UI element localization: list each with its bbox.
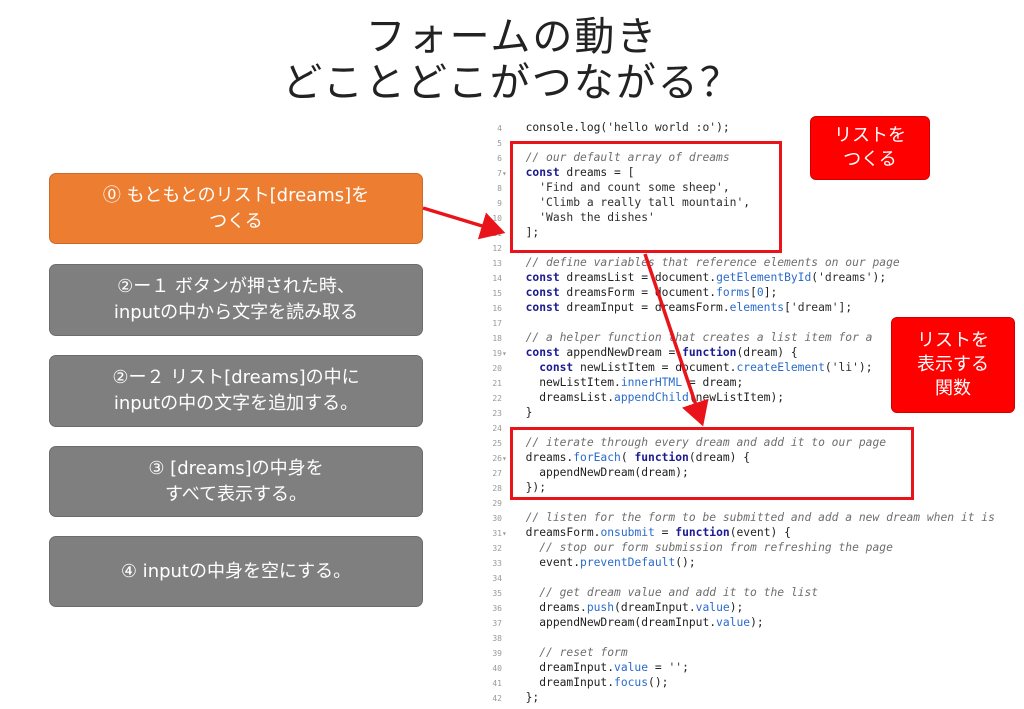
arrow-array-to-foreach bbox=[643, 253, 709, 427]
arrow-layer bbox=[422, 206, 709, 427]
arrow-step0-to-array bbox=[422, 206, 506, 240]
